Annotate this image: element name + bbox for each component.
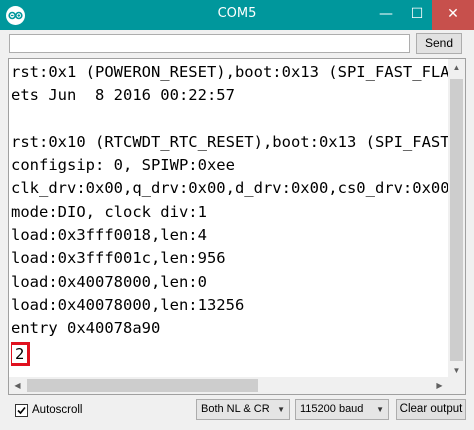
line-ending-select[interactable]: Both NL & CR ▼	[196, 399, 290, 420]
vertical-scrollbar[interactable]: ▲ ▼	[448, 59, 465, 379]
send-input[interactable]	[9, 34, 410, 53]
output-line: clk_drv:0x00,q_drv:0x00,d_drv:0x00,cs0_d…	[11, 179, 453, 198]
output-line: rst:0x1 (POWERON_RESET),boot:0x13 (SPI_F…	[11, 63, 453, 81]
vertical-scroll-thumb[interactable]	[450, 79, 463, 361]
highlighted-line-row: 2	[11, 341, 453, 366]
clear-output-button[interactable]: Clear output	[396, 399, 466, 420]
serial-output[interactable]: rst:0x1 (POWERON_RESET),boot:0x13 (SPI_F…	[8, 58, 466, 395]
output-line: rst:0x10 (RTCWDT_RTC_RESET),boot:0x13 (S…	[11, 132, 453, 151]
autoscroll-label: Autoscroll	[32, 404, 83, 416]
output-line: entry 0x40078a90	[11, 319, 161, 338]
output-line: mode:DIO, clock div:1	[11, 202, 207, 221]
output-line: load:0x40078000,len:0	[11, 272, 207, 291]
autoscroll-checkbox[interactable]	[15, 403, 28, 417]
output-line: load:0x3fff001c,len:956	[11, 249, 226, 268]
scroll-left-icon[interactable]: ◀	[9, 377, 26, 394]
checkmark-icon	[17, 406, 26, 414]
baud-rate-value: 115200 baud	[300, 403, 364, 415]
chevron-down-icon: ▼	[277, 405, 285, 414]
output-lines: rst:0x1 (POWERON_RESET),boot:0x13 (SPI_F…	[11, 61, 453, 379]
title-bar: COM5 — ☐ ✕	[0, 0, 474, 30]
scroll-up-icon[interactable]: ▲	[448, 59, 465, 76]
output-line: load:0x3fff0018,len:4	[11, 226, 207, 245]
chevron-down-icon: ▼	[376, 405, 384, 414]
horizontal-scroll-thumb[interactable]	[27, 379, 258, 392]
output-line: ets Jun 8 2016 00:22:57	[11, 86, 235, 105]
minimize-button[interactable]: —	[370, 0, 402, 30]
autoscroll-toggle[interactable]: Autoscroll	[15, 402, 83, 418]
scroll-right-icon[interactable]: ▶	[431, 377, 448, 394]
output-line: load:0x40078000,len:13256	[11, 295, 245, 314]
send-button[interactable]: Send	[416, 33, 462, 54]
scrollbar-corner	[448, 377, 465, 394]
baud-rate-select[interactable]: 115200 baud ▼	[295, 399, 389, 420]
output-line: configsip: 0, SPIWP:0xee	[11, 156, 235, 175]
line-ending-value: Both NL & CR	[201, 403, 270, 415]
highlighted-output: 2	[11, 341, 31, 366]
horizontal-scrollbar[interactable]: ◀ ▶	[9, 377, 448, 394]
close-button[interactable]: ✕	[432, 0, 474, 30]
maximize-button[interactable]: ☐	[402, 0, 432, 30]
